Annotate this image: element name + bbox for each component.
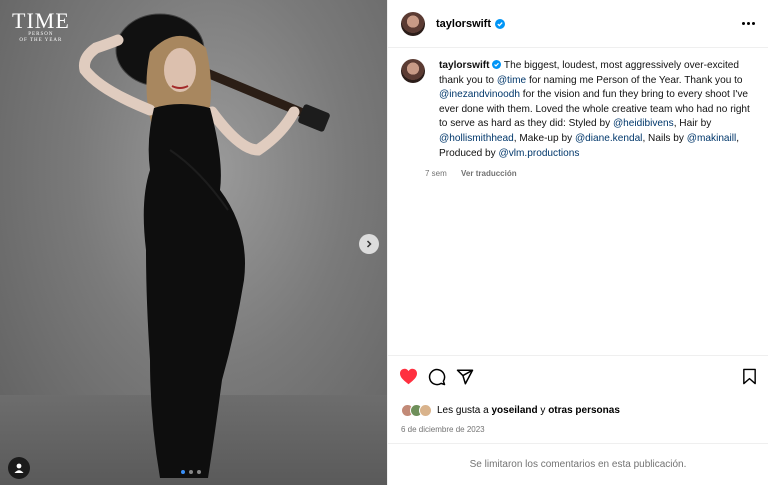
more-options-icon[interactable] [742, 22, 755, 25]
post-dialog: TIME PERSON OF THE YEAR taylorswift tayl… [0, 0, 768, 485]
post-photo[interactable]: TIME PERSON OF THE YEAR [0, 0, 387, 485]
post-header: taylorswift [388, 0, 768, 48]
likes-user-link[interactable]: yoseiland [491, 405, 537, 416]
carousel-dot [197, 470, 201, 474]
verified-badge-icon [495, 18, 506, 29]
mention-link[interactable]: @diane.kendal [575, 133, 643, 144]
comments-disabled-notice: Se limitaron los comentarios en esta pub… [388, 443, 768, 485]
person-icon [14, 463, 24, 473]
post-details-panel: taylorswift taylorswift The biggest, lou… [387, 0, 768, 485]
caption-segment: , Make-up by [513, 132, 575, 144]
caption-avatar[interactable] [401, 59, 425, 83]
carousel-dot-active [181, 470, 185, 474]
avatar[interactable] [401, 11, 425, 36]
carousel-dot [189, 470, 193, 474]
post-time-ago[interactable]: 7 sem [425, 169, 447, 178]
caption-area: taylorswift The biggest, loudest, most a… [388, 48, 768, 355]
mention-link[interactable]: @makinaill [687, 133, 737, 144]
caption-segment: , Nails by [642, 132, 687, 144]
mention-link[interactable]: @heidibivens [613, 118, 674, 129]
heart-filled-icon[interactable] [399, 368, 418, 385]
bookmark-icon[interactable] [742, 368, 757, 385]
caption-username[interactable]: taylorswift [439, 60, 489, 71]
mention-link[interactable]: @time [497, 75, 526, 86]
share-icon[interactable] [456, 368, 474, 386]
caption-segment: for naming me Person of the Year. Thank … [526, 74, 743, 86]
header-username[interactable]: taylorswift [436, 18, 491, 30]
caption-meta: 7 sem Ver traducción [425, 169, 757, 178]
chevron-right-icon [366, 240, 372, 248]
action-bar [388, 355, 768, 397]
portrait-figure [79, 13, 330, 478]
likes-row: Les gusta a yoseiland y otras personas [388, 397, 768, 423]
likes-connector: y [537, 404, 549, 416]
likes-others-link[interactable]: otras personas [548, 405, 620, 416]
translate-link[interactable]: Ver traducción [461, 169, 517, 178]
mention-link[interactable]: @vlm.productions [498, 148, 579, 159]
likes-prefix: Les gusta a [437, 404, 492, 416]
caption-segment: , Hair by [673, 118, 712, 130]
liker-avatar [419, 403, 432, 417]
mention-link[interactable]: @inezandvinoodh [439, 89, 520, 100]
carousel-indicator [181, 470, 201, 474]
comment-icon[interactable] [428, 368, 446, 386]
likes-text: Les gusta a yoseiland y otras personas [437, 405, 620, 416]
post-date[interactable]: 6 de diciembre de 2023 [388, 423, 768, 443]
mention-link[interactable]: @hollismithhead [439, 133, 514, 144]
caption-text: taylorswift The biggest, loudest, most a… [439, 59, 757, 161]
next-photo-button[interactable] [359, 234, 379, 254]
verified-badge-icon [492, 60, 502, 69]
tagged-users-button[interactable] [8, 457, 30, 479]
